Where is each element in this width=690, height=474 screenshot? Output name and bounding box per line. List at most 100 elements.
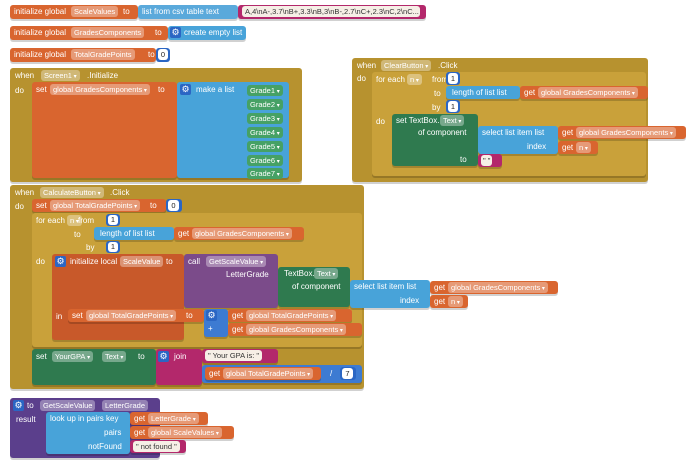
n-get-dropdown[interactable]: n [448, 296, 463, 307]
csv-text-field[interactable]: A,4\nA-,3.7\nB+,3.3\nB,3\nB-,2.7\nC+,2.3… [242, 6, 420, 17]
gradescomponents-var-dropdown[interactable]: global GradesComponents [50, 84, 150, 95]
get-lettergrade-block[interactable]: get LetterGrade [130, 412, 208, 425]
scalevalue-local-field[interactable]: ScaleValue [120, 256, 164, 267]
select-list-item-block[interactable]: select list item list index [478, 126, 558, 154]
grade-dropdown[interactable]: Grade6 [247, 155, 283, 166]
totalgradepoints-var-dropdown[interactable]: global TotalGradePoints [50, 200, 141, 211]
global-totalgradepoints-block[interactable]: initialize global TotalGradePoints to [10, 48, 156, 62]
get-gradescomponents-block[interactable]: get global GradesComponents [520, 86, 648, 99]
yourgpa-dropdown[interactable]: YourGPA [52, 351, 94, 362]
empty-text-block[interactable]: " " [478, 154, 502, 167]
totalgradepoints-get-dropdown[interactable]: global TotalGradePoints [223, 368, 314, 379]
grade-dropdown[interactable]: Grade3 [247, 113, 283, 124]
global-scalevalues-block[interactable]: initialize global ScaleValues to [10, 5, 138, 19]
length-of-list-block[interactable]: length of list list [94, 227, 174, 240]
get-label: get [434, 283, 446, 292]
lettergrade-get-dropdown[interactable]: LetterGrade [148, 413, 199, 424]
get-totalgradepoints-block[interactable]: get global TotalGradePoints [205, 367, 321, 380]
get-gradescomponents-block[interactable]: get global GradesComponents [174, 227, 304, 240]
grade-dropdown[interactable]: Grade2 [247, 99, 283, 110]
number-block[interactable]: 7 [340, 367, 356, 380]
gear-icon[interactable]: ⚙ [13, 400, 24, 411]
set-gradescomponents-block[interactable]: set global GradesComponents to [32, 82, 177, 178]
from-one-field[interactable]: 1 [108, 215, 118, 225]
number-block[interactable]: 0 [166, 199, 182, 212]
add-block[interactable]: ⚙ + [204, 309, 228, 337]
empty-text-field[interactable]: " " [481, 155, 493, 166]
set-totalgradepoints-block[interactable]: set global TotalGradePoints to [68, 309, 204, 322]
when-label: when [15, 188, 35, 197]
zero-field[interactable]: 0 [158, 49, 168, 60]
seven-field[interactable]: 7 [342, 368, 353, 379]
gradescomponents-get-dropdown[interactable]: global GradesComponents [448, 282, 548, 293]
call-getscalevalue-block[interactable]: call GetScaleValue LetterGrade [184, 254, 278, 308]
totalgradepoints-var-dropdown[interactable]: global TotalGradePoints [86, 310, 177, 321]
by-one-field[interactable]: 1 [108, 242, 118, 252]
procedure-name-field[interactable]: GetScaleValue [40, 400, 96, 411]
gpa-text-block[interactable]: " Your GPA is: " [202, 349, 278, 363]
gear-icon[interactable]: ⚙ [158, 351, 169, 362]
list-from-csv-block[interactable]: list from csv table text [138, 5, 238, 19]
number-block[interactable]: 1 [106, 214, 120, 226]
not-found-text-field[interactable]: " not found " [133, 441, 180, 452]
to-label: to [123, 7, 130, 16]
screen1-dropdown[interactable]: Screen1 [41, 70, 80, 81]
create-empty-list-block[interactable]: ⚙ create empty list [168, 26, 246, 40]
join-block[interactable]: ⚙ join [156, 349, 202, 385]
grade-dropdown[interactable]: Grade7 [247, 168, 283, 179]
n-var-field[interactable]: n [407, 74, 422, 85]
totalgradepoints-get-dropdown[interactable]: global TotalGradePoints [246, 310, 337, 321]
get-gradescomponents-block[interactable]: get global GradesComponents [430, 281, 558, 294]
initialize-local-block[interactable]: ⚙ initialize local ScaleValue to in [52, 254, 184, 340]
gradescomponents-name-field[interactable]: GradesComponents [71, 27, 145, 38]
clearbutton-dropdown[interactable]: ClearButton [381, 60, 432, 71]
set-totalgradepoints-block[interactable]: set global TotalGradePoints to [32, 199, 166, 212]
do-label: do [376, 117, 385, 126]
text-property-dropdown[interactable]: Text [440, 115, 465, 126]
get-scalevalues-block[interactable]: get global ScaleValues [130, 426, 234, 439]
gear-icon[interactable]: ⚙ [180, 84, 191, 95]
number-block[interactable]: 1 [446, 100, 460, 113]
by-one-field[interactable]: 1 [448, 101, 458, 112]
getscalevalue-dropdown[interactable]: GetScaleValue [206, 256, 267, 267]
gear-icon[interactable]: ⚙ [170, 27, 181, 38]
get-gradescomponents-block[interactable]: get global GradesComponents [558, 126, 686, 139]
text-property-dropdown[interactable]: Text [102, 351, 127, 362]
zero-field[interactable]: 0 [168, 200, 179, 211]
scalevalues-name-field[interactable]: ScaleValues [71, 6, 119, 17]
from-one-field[interactable]: 1 [448, 73, 458, 84]
textbox-text-getter-block[interactable]: TextBox. Text of component [278, 267, 350, 307]
gpa-text-field[interactable]: " Your GPA is: " [205, 350, 263, 361]
calculatebutton-dropdown[interactable]: CalculateButton [40, 187, 104, 198]
gradescomponents-get-dropdown[interactable]: global GradesComponents [576, 127, 676, 138]
get-gradescomponents-block[interactable]: get global GradesComponents [228, 323, 362, 336]
gear-icon[interactable]: ⚙ [206, 310, 217, 321]
number-block[interactable]: 1 [106, 241, 120, 253]
scalevalues-get-dropdown[interactable]: global ScaleValues [148, 427, 222, 438]
grade-dropdown[interactable]: Grade4 [247, 127, 283, 138]
make-a-list-block[interactable]: ⚙ make a list Grade1 Grade2 Grade3 Grade… [177, 82, 289, 179]
lettergrade-param-field[interactable]: LetterGrade [102, 400, 149, 411]
grade-dropdown[interactable]: Grade1 [247, 85, 283, 96]
number-block[interactable]: 0 [156, 48, 170, 62]
select-list-item-block[interactable]: select list item list index [350, 280, 430, 308]
gradescomponents-get-dropdown[interactable]: global GradesComponents [538, 87, 638, 98]
not-found-text-block[interactable]: " not found " [130, 440, 186, 453]
look-up-in-pairs-block[interactable]: look up in pairs key pairs notFound [46, 412, 130, 454]
number-block[interactable]: 1 [446, 72, 460, 85]
text-property-dropdown[interactable]: Text [314, 268, 339, 279]
set-yourgpa-text-block[interactable]: set YourGPA Text to [32, 349, 156, 385]
gradescomponents-get-dropdown[interactable]: global GradesComponents [192, 228, 292, 239]
gear-icon[interactable]: ⚙ [55, 256, 66, 267]
totalgradepoints-name-field[interactable]: TotalGradePoints [71, 49, 135, 60]
get-n-block[interactable]: get n [430, 295, 468, 308]
csv-text-block[interactable]: A,4\nA-,3.7\nB+,3.3\nB,3\nB-,2.7\nC+,2.3… [238, 5, 426, 19]
grade-dropdown[interactable]: Grade5 [247, 141, 283, 152]
get-n-block[interactable]: get n [558, 141, 598, 154]
get-totalgradepoints-block[interactable]: get global TotalGradePoints [228, 309, 352, 322]
global-gradescomponents-block[interactable]: initialize global GradesComponents to [10, 26, 168, 40]
length-of-list-block[interactable]: length of list list [446, 86, 520, 99]
n-get-dropdown[interactable]: n [576, 142, 591, 153]
set-textbox-text-block[interactable]: set TextBox. Text of component to [392, 114, 478, 166]
gradescomponents-get-dropdown[interactable]: global GradesComponents [246, 324, 346, 335]
